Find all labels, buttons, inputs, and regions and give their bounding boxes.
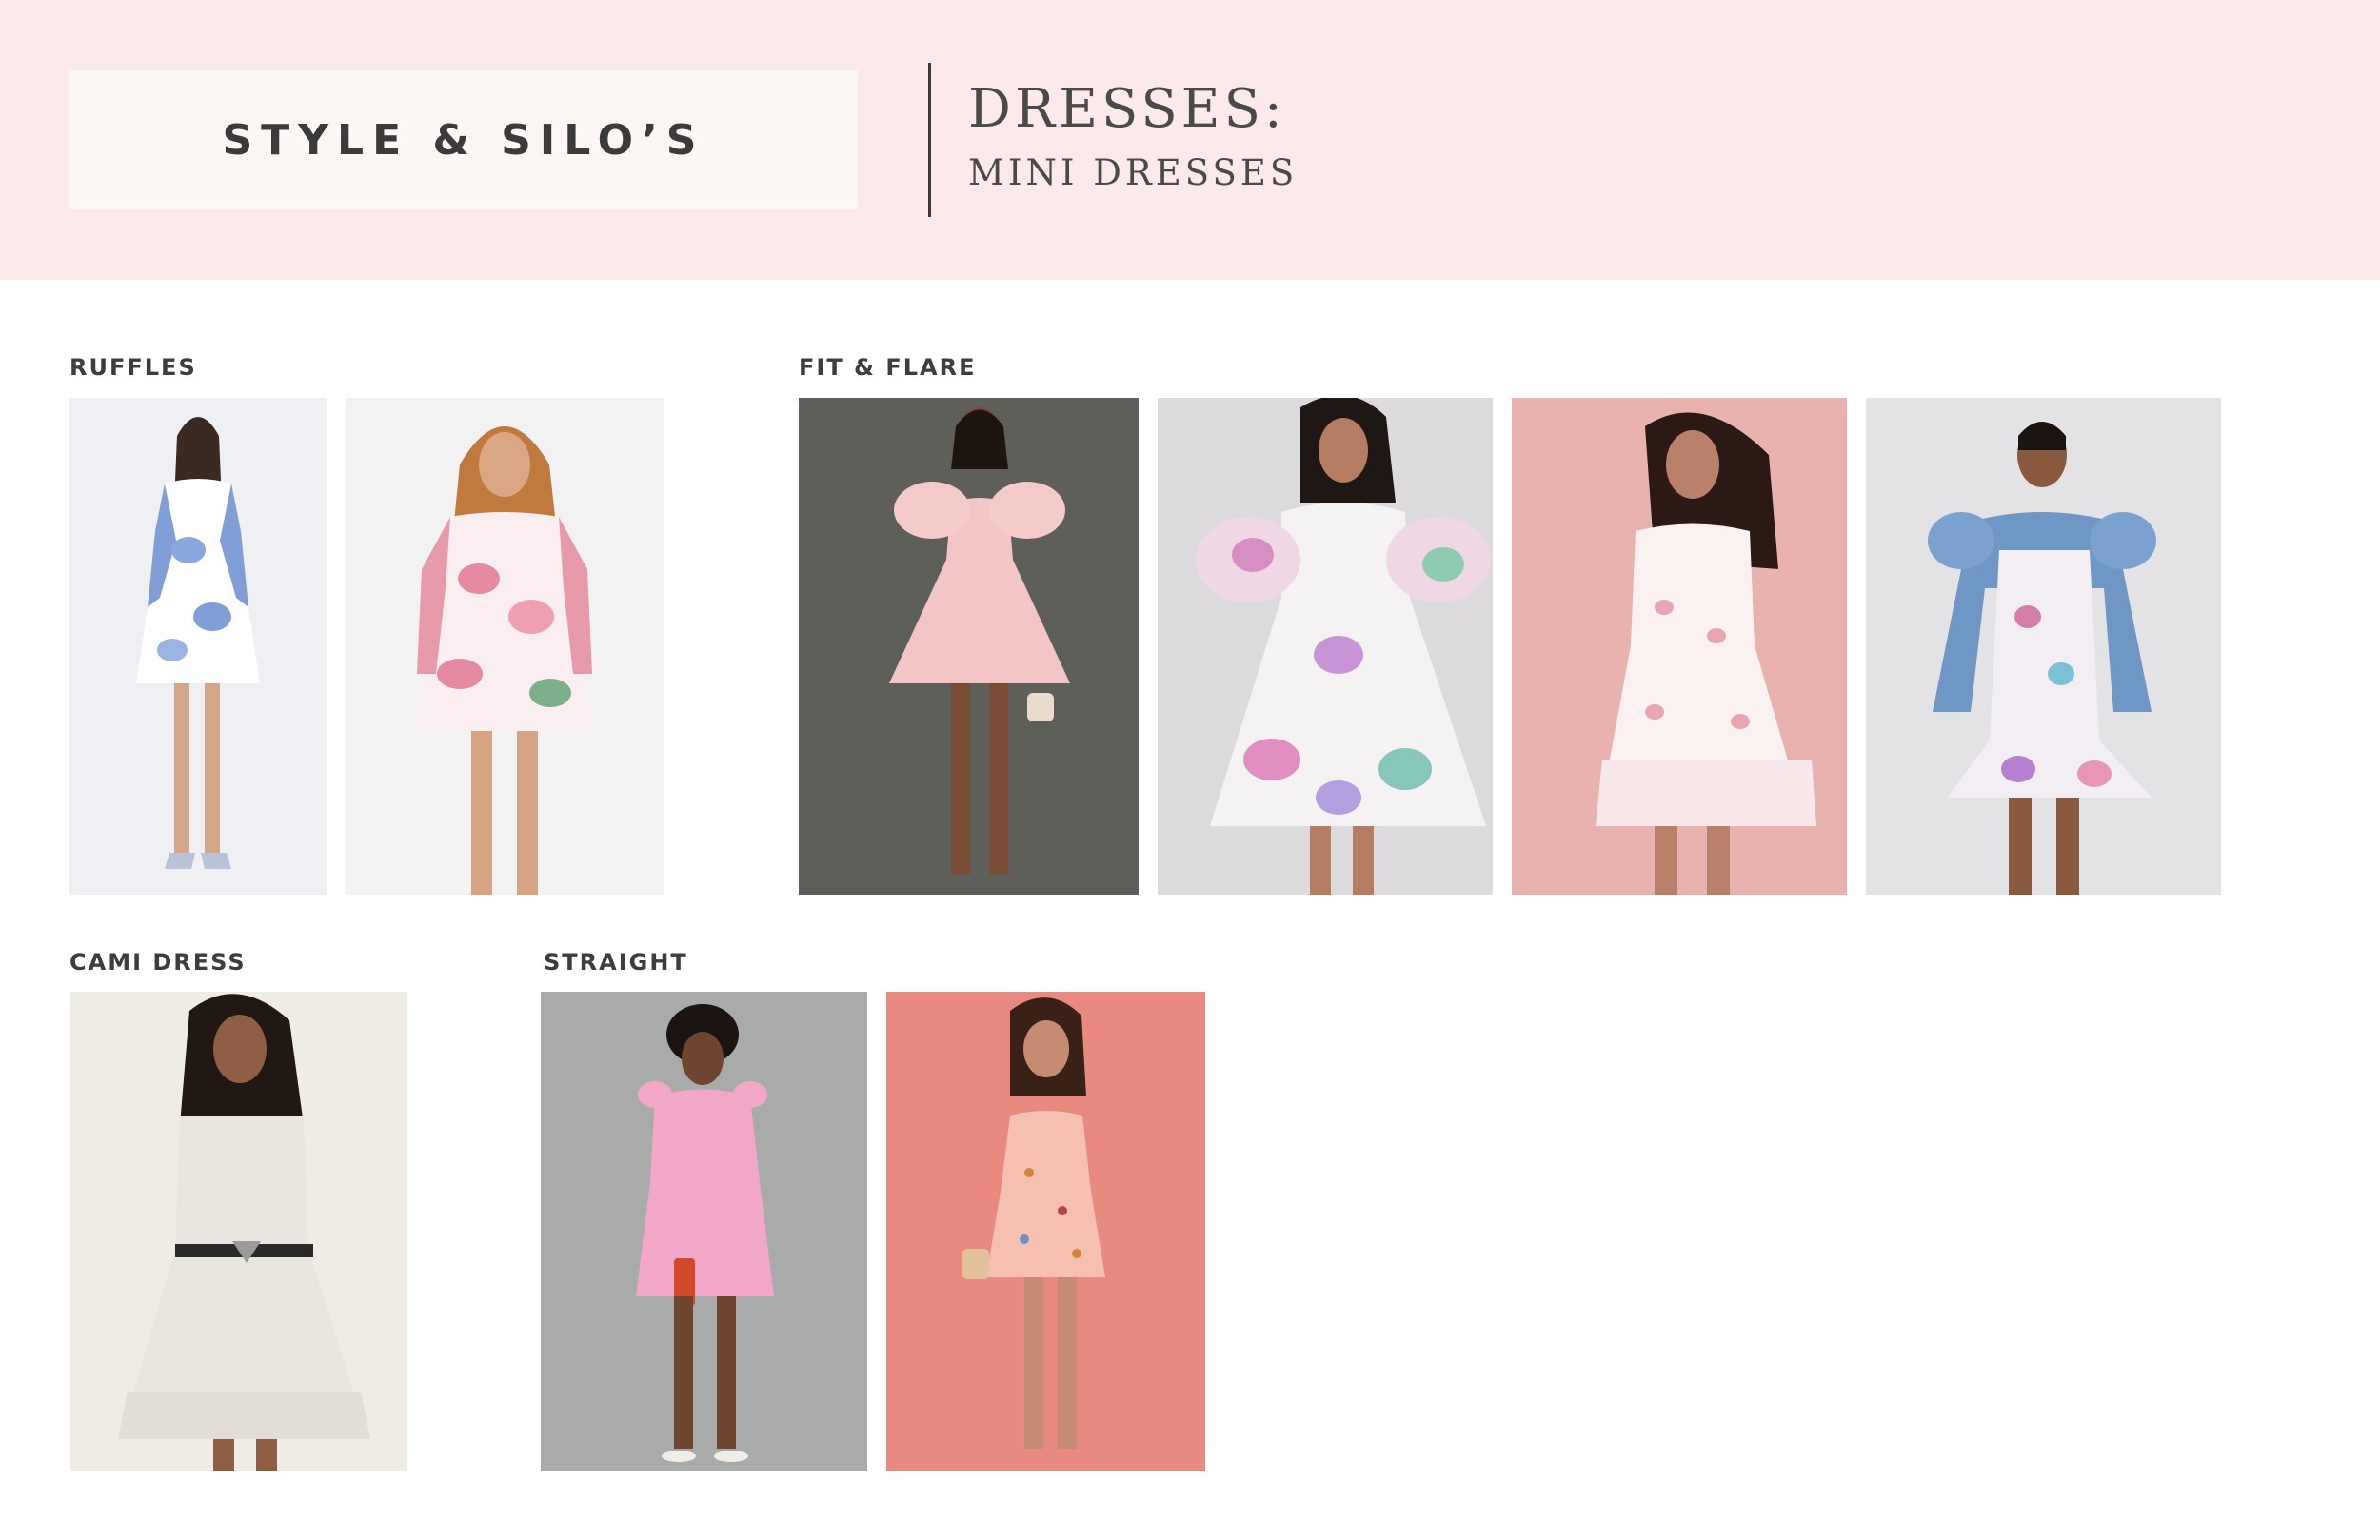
product-photo-fit-flare-watercolor-floral[interactable] [1158,398,1493,895]
product-photo-ruffles-blue-floral[interactable] [69,398,327,895]
brand-name: STYLE & SILO’S [222,115,705,165]
section-label-cami-dress: CAMI DRESS [69,949,247,976]
product-photo-straight-peach-embellished[interactable] [886,992,1205,1471]
page-subtitle: MINI DRESSES [968,152,1299,193]
page-title: DRESSES: [968,78,1286,140]
section-label-ruffles: RUFFLES [69,354,197,381]
product-photo-fit-flare-white-ruffle[interactable] [1512,398,1847,895]
section-label-fit-flare: FIT & FLARE [799,354,977,381]
product-photo-ruffles-pink-floral[interactable] [346,398,664,895]
product-photo-fit-flare-denim-floral[interactable] [1866,398,2221,895]
product-photo-cami-white-eyelet[interactable] [70,992,407,1471]
header-divider [928,63,931,217]
product-photo-straight-pink-satin[interactable] [541,992,867,1471]
section-label-straight: STRAIGHT [544,949,688,976]
product-photo-fit-flare-pink-puff[interactable] [799,398,1139,895]
brand-logo-box: STYLE & SILO’S [69,70,858,209]
